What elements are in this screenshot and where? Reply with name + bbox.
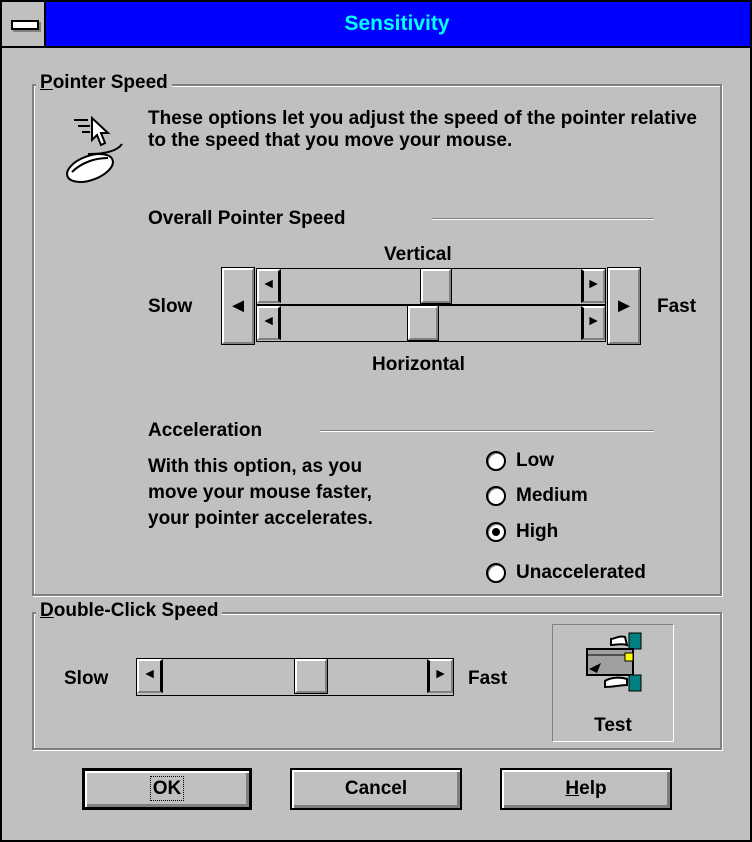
radio-low-label: Low — [516, 450, 554, 471]
vertical-scroll-right-button[interactable]: ► — [581, 269, 605, 303]
radio-medium-label: Medium — [516, 485, 588, 506]
arrow-left-icon: ◄ — [261, 312, 276, 328]
arrow-left-icon: ◄ — [261, 275, 276, 291]
overall-pointer-speed-label: Overall Pointer Speed — [148, 208, 346, 229]
vertical-label: Vertical — [384, 244, 452, 265]
pointer-fast-label: Fast — [657, 296, 697, 317]
vertical-speed-scrollbar[interactable]: ◄ ► — [256, 268, 606, 305]
horizontal-scroll-left-button[interactable]: ◄ — [257, 306, 281, 340]
pointer-faster-button[interactable]: ► — [607, 267, 641, 345]
acceleration-description-line-1: With this option, as you — [148, 456, 363, 477]
vertical-speed-thumb[interactable] — [420, 268, 452, 304]
pointer-slower-button[interactable]: ◄ — [221, 267, 255, 345]
horizontal-speed-scrollbar[interactable]: ◄ ► — [256, 305, 606, 342]
radio-high-dot[interactable] — [486, 522, 506, 542]
window-title: Sensitivity — [344, 12, 450, 35]
radio-unaccelerated[interactable]: Unaccelerated — [486, 562, 646, 584]
acceleration-divider — [320, 430, 654, 432]
radio-medium-dot[interactable] — [486, 486, 506, 506]
pointer-speed-group-label: Pointer Speed — [36, 72, 172, 94]
double-click-scroll-left-button[interactable]: ◄ — [137, 659, 163, 693]
system-menu-icon[interactable] — [2, 2, 46, 46]
horizontal-speed-thumb[interactable] — [407, 305, 439, 341]
help-mnemonic: H — [565, 778, 580, 799]
radio-unaccelerated-dot[interactable] — [486, 563, 506, 583]
mouse-pointer-icon — [66, 115, 123, 183]
double-click-speed-group-label: Double-Click Speed — [36, 600, 223, 622]
arrow-left-icon: ◄ — [142, 665, 157, 681]
pointer-slow-label: Slow — [148, 296, 193, 317]
acceleration-description-line-3: your pointer accelerates. — [148, 508, 373, 529]
help-button-label: elp — [579, 778, 607, 799]
arrow-right-icon: ► — [586, 275, 601, 291]
double-click-speed-thumb[interactable] — [294, 658, 328, 694]
acceleration-label: Acceleration — [148, 420, 263, 441]
ok-button[interactable]: OK — [82, 768, 252, 810]
hands-test-icon — [586, 632, 642, 692]
cancel-button[interactable]: Cancel — [290, 768, 462, 810]
arrow-right-icon: ► — [433, 665, 448, 681]
double-click-slow-label: Slow — [64, 668, 109, 689]
help-button[interactable]: Help — [500, 768, 672, 810]
radio-high[interactable]: High — [486, 521, 558, 543]
cancel-button-label: Cancel — [344, 778, 408, 799]
radio-low[interactable]: Low — [486, 450, 554, 472]
test-label: Test — [594, 715, 632, 736]
test-area[interactable]: Test — [552, 624, 674, 742]
double-click-scroll-right-button[interactable]: ► — [427, 659, 453, 693]
radio-medium[interactable]: Medium — [486, 485, 588, 507]
dialog-window: Sensitivity Pointer Speed These options … — [0, 0, 752, 842]
radio-low-dot[interactable] — [486, 451, 506, 471]
radio-high-label: High — [516, 521, 559, 542]
double-click-fast-label: Fast — [468, 668, 508, 689]
double-click-scrollbar[interactable]: ◄ ► — [136, 658, 454, 696]
radio-unaccelerated-label: Unaccelerated — [516, 562, 646, 583]
pointer-speed-description: These options let you adjust the speed o… — [148, 108, 697, 151]
acceleration-description-line-2: move your mouse faster, — [148, 482, 372, 503]
arrow-right-icon: ► — [586, 312, 601, 328]
horizontal-label: Horizontal — [372, 354, 465, 375]
horizontal-scroll-right-button[interactable]: ► — [581, 306, 605, 340]
vertical-scroll-left-button[interactable]: ◄ — [257, 269, 281, 303]
title-bar[interactable]: Sensitivity — [2, 2, 750, 48]
ok-button-label: OK — [149, 776, 185, 801]
overall-divider — [432, 218, 654, 220]
